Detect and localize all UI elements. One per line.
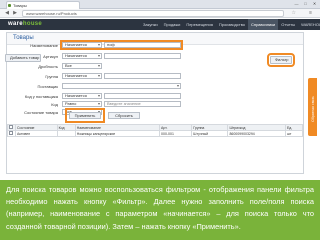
filter-supplier-label: Поставщик: [37, 84, 58, 89]
supplier-code-input[interactable]: [104, 93, 181, 99]
filter-name-label: Наименование: [30, 43, 58, 48]
table-cell: 8600099003294: [227, 130, 286, 137]
filter-code-label: Код: [51, 102, 58, 107]
table-cell: шт: [284, 130, 304, 137]
filter-supplier-code-label: Код у поставщика: [24, 94, 58, 99]
supplier-code-operator-select[interactable]: Начинается: [62, 93, 102, 99]
filter-state-label: Состояние товара: [24, 110, 58, 115]
reset-button[interactable]: Сбросить: [108, 112, 140, 119]
filter-button[interactable]: Фильтр: [267, 53, 295, 67]
menu-item-account[interactable]: WAREHOUSE: [298, 19, 320, 30]
apply-button[interactable]: Применить: [69, 112, 101, 119]
select-all-checkbox[interactable]: [9, 125, 13, 129]
menu-item-sales[interactable]: Продажи: [161, 19, 184, 30]
menu-item-references[interactable]: Справочники: [248, 19, 279, 30]
address-bar: ◀ ▶ www.warehouse.ru/Products ☆ ≡: [0, 9, 320, 18]
table-cell: 000-001: [159, 130, 193, 137]
row-checkbox[interactable]: [9, 131, 13, 135]
close-button[interactable]: ✕: [312, 2, 317, 6]
menu-item-reports[interactable]: Отчеты: [278, 19, 298, 30]
products-table: Состояние Код Наименование Арт. Группа Ш…: [7, 124, 304, 137]
name-field-highlight: [60, 40, 183, 50]
table-cell: Активен: [15, 130, 58, 137]
page-title: Товары: [13, 35, 34, 41]
back-arrow-icon[interactable]: ◀: [4, 10, 10, 16]
menu-item-transfers[interactable]: Перемещения: [183, 19, 216, 30]
maximize-button[interactable]: □: [303, 2, 308, 6]
table-cell: Ножницы канцелярские: [74, 130, 161, 137]
article-operator-select[interactable]: Начинается: [62, 53, 102, 59]
browser-tab-strip: Товары — □ ✕: [0, 0, 320, 9]
row-checkbox-cell[interactable]: [7, 130, 16, 137]
menu-item-purchases[interactable]: Закупки: [140, 19, 161, 30]
logo-prefix: ware: [8, 21, 23, 27]
code-value-input[interactable]: Введите значение: [104, 101, 181, 107]
browser-tab[interactable]: Товары: [6, 1, 80, 9]
filter-fractional-label: Дробность: [38, 64, 58, 69]
table-cell: Штучный: [191, 130, 229, 137]
caption-text: Для поиска товаров можно воспользоваться…: [6, 185, 314, 231]
filter-group-label: Группа: [45, 74, 58, 79]
window-controls: — □ ✕: [294, 2, 317, 6]
fractional-select[interactable]: Все: [62, 63, 102, 69]
app-logo[interactable]: warehouse: [8, 21, 42, 27]
table-cell: [56, 130, 76, 137]
supplier-select[interactable]: [62, 83, 181, 89]
bookmark-star-icon[interactable]: ☆: [292, 10, 296, 16]
code-operator-select[interactable]: Равно: [62, 101, 102, 107]
menu-item-production[interactable]: Производство: [216, 19, 248, 30]
logo-suffix: house: [22, 21, 43, 27]
browser-tab-title: Товары: [13, 3, 27, 8]
minimize-button[interactable]: —: [294, 2, 299, 6]
browser-menu-icon[interactable]: ≡: [309, 10, 312, 16]
top-menu: Закупки Продажи Перемещения Производство…: [140, 19, 320, 30]
filter-article-label: Артикул: [43, 54, 58, 59]
table-row[interactable]: Активен Ножницы канцелярские 000-001 Шту…: [7, 130, 304, 137]
group-value-input[interactable]: [104, 73, 181, 79]
feedback-tab-label: Обратная связь: [311, 96, 315, 122]
caption-banner: Для поиска товаров можно воспользоваться…: [0, 180, 320, 240]
app-header: warehouse Закупки Продажи Перемещения Пр…: [0, 19, 320, 30]
forward-arrow-icon[interactable]: ▶: [12, 10, 18, 16]
favicon-icon: [8, 4, 11, 7]
url-input[interactable]: www.warehouse.ru/Products: [22, 10, 284, 17]
feedback-side-tab[interactable]: Обратная связь: [308, 78, 317, 136]
article-value-input[interactable]: [104, 53, 181, 59]
group-operator-select[interactable]: Начинается: [62, 73, 102, 79]
